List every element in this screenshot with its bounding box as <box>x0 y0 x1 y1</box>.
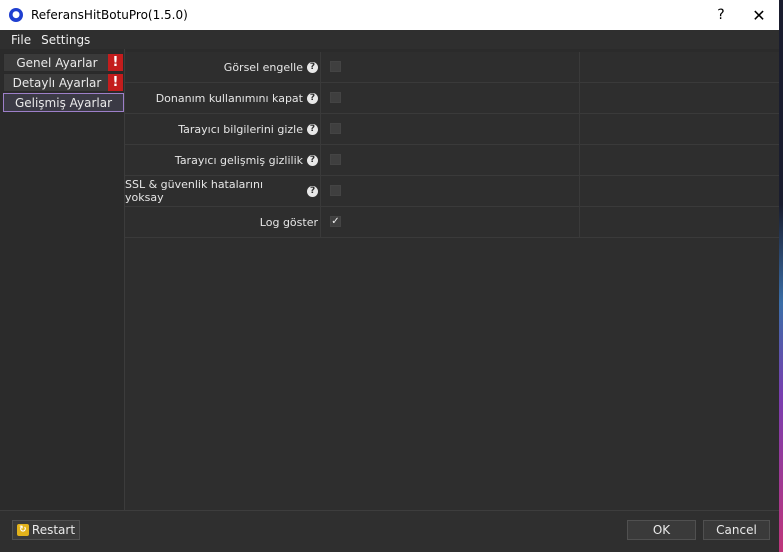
menu-file[interactable]: File <box>6 33 36 47</box>
tarayici-gelismis-gizlilik-checkbox[interactable] <box>330 154 341 165</box>
app-logo-icon: ● <box>9 8 23 22</box>
tarayici-bilgilerini-gizle-checkbox[interactable] <box>330 123 341 134</box>
ssl-hatalarini-yoksay-checkbox[interactable] <box>330 185 341 196</box>
help-icon[interactable]: ? <box>307 62 318 73</box>
menu-settings[interactable]: Settings <box>36 33 95 47</box>
help-icon[interactable]: ? <box>307 93 318 104</box>
gorsel-engelle-checkbox[interactable] <box>330 61 341 72</box>
setting-label-text: Görsel engelle <box>224 61 303 74</box>
sidebar-item-detayli-ayarlar[interactable]: Detaylı Ayarlar ! <box>3 73 124 92</box>
window-title: ReferansHitBotuPro(1.5.0) <box>31 8 188 22</box>
close-button[interactable]: ✕ <box>742 0 776 30</box>
title-bar: ● ReferansHitBotuPro(1.5.0) ? ✕ <box>0 0 779 30</box>
help-icon[interactable]: ? <box>307 186 318 197</box>
setting-label: Görsel engelle ? <box>125 52 318 82</box>
setting-label-text: Tarayıcı gelişmiş gizlilik <box>175 154 303 167</box>
setting-row-tarayici-bilgilerini-gizle: Tarayıcı bilgilerini gizle ? <box>125 114 779 145</box>
setting-label-text: SSL & güvenlik hatalarını yoksay <box>125 178 303 204</box>
setting-row-ssl-hatalarini-yoksay: SSL & güvenlik hatalarını yoksay ? <box>125 176 779 207</box>
setting-label-text: Tarayıcı bilgilerini gizle <box>178 123 303 136</box>
help-icon[interactable]: ? <box>307 124 318 135</box>
desktop-background <box>779 0 783 552</box>
bottom-bar: ↻ Restart OK Cancel <box>0 510 779 552</box>
ok-button[interactable]: OK <box>627 520 696 540</box>
warning-icon: ! <box>108 74 123 91</box>
restart-button[interactable]: ↻ Restart <box>12 520 80 540</box>
restart-icon: ↻ <box>17 524 29 536</box>
setting-row-log-goster: Log göster ✓ <box>125 207 779 238</box>
log-goster-checkbox[interactable]: ✓ <box>330 216 341 227</box>
sidebar-item-genel-ayarlar[interactable]: Genel Ayarlar ! <box>3 53 124 72</box>
sidebar: Genel Ayarlar ! Detaylı Ayarlar ! Gelişm… <box>0 49 125 510</box>
help-button[interactable]: ? <box>709 0 733 30</box>
setting-label: Log göster <box>125 207 318 237</box>
setting-label-text: Donanım kullanımını kapat <box>156 92 303 105</box>
settings-table: Görsel engelle ? Donanım kullanımını kap… <box>125 52 779 510</box>
sidebar-item-label: Gelişmiş Ayarlar <box>4 96 123 110</box>
setting-row-donanim-kullanimini-kapat: Donanım kullanımını kapat ? <box>125 83 779 114</box>
help-icon[interactable]: ? <box>307 155 318 166</box>
setting-label: Tarayıcı bilgilerini gizle ? <box>125 114 318 144</box>
setting-label: SSL & güvenlik hatalarını yoksay ? <box>125 176 318 206</box>
setting-label: Donanım kullanımını kapat ? <box>125 83 318 113</box>
sidebar-item-label: Detaylı Ayarlar <box>4 76 110 90</box>
sidebar-item-gelismis-ayarlar[interactable]: Gelişmiş Ayarlar <box>3 93 124 112</box>
setting-row-gorsel-engelle: Görsel engelle ? <box>125 52 779 83</box>
setting-row-tarayici-gelismis-gizlilik: Tarayıcı gelişmiş gizlilik ? <box>125 145 779 176</box>
setting-label-text: Log göster <box>260 216 318 229</box>
donanim-kullanimini-kapat-checkbox[interactable] <box>330 92 341 103</box>
sidebar-item-label: Genel Ayarlar <box>4 56 110 70</box>
restart-label: Restart <box>32 523 75 537</box>
menu-bar: File Settings <box>0 30 779 49</box>
setting-label: Tarayıcı gelişmiş gizlilik ? <box>125 145 318 175</box>
cancel-button[interactable]: Cancel <box>703 520 770 540</box>
warning-icon: ! <box>108 54 123 71</box>
